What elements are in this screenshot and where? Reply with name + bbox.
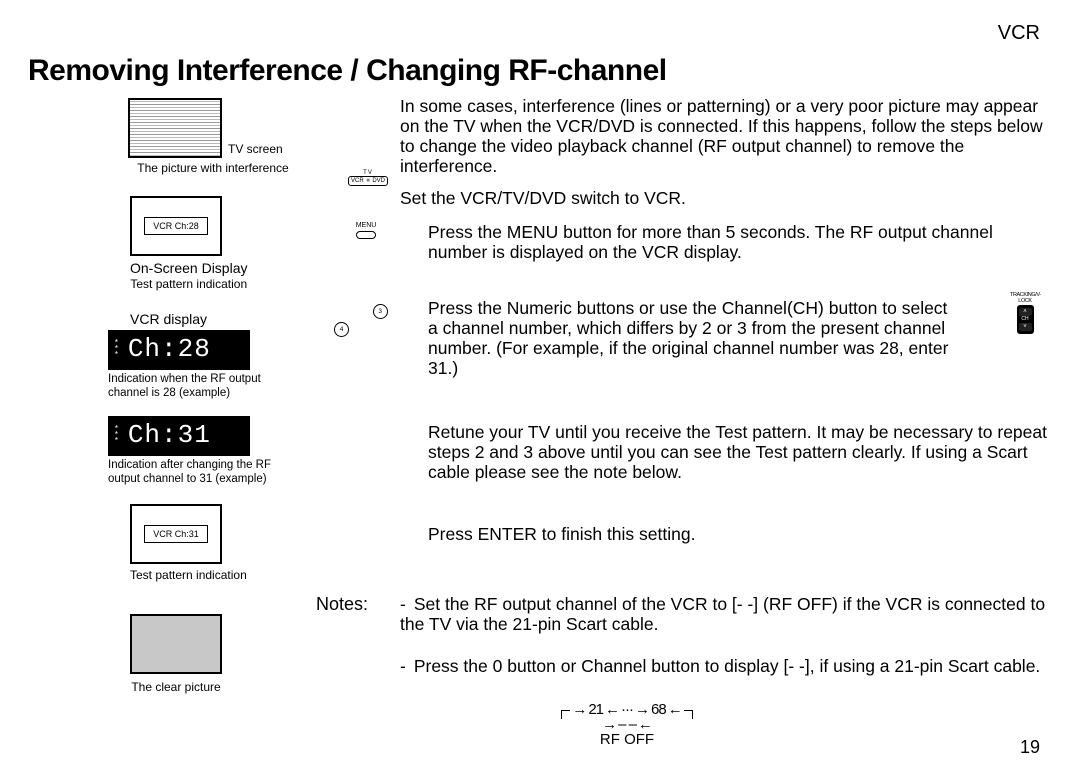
key-3: 3 bbox=[373, 304, 388, 319]
figure-osd-ch31: VCR Ch:31 Test pattern indication bbox=[130, 504, 247, 582]
page-title: Removing Interference / Changing RF-chan… bbox=[28, 54, 667, 88]
note-1-text: Set the RF output channel of the VCR to … bbox=[400, 594, 1045, 634]
osd-text-ch28: VCR Ch:28 bbox=[144, 217, 208, 235]
vcr-display-label: VCR display bbox=[130, 311, 207, 327]
vcr-tv-dvd-switch-icon: TV VCR ■ DVD bbox=[348, 170, 388, 186]
clear-picture-label: The clear picture bbox=[130, 680, 222, 694]
switch-slider-icon: ■ bbox=[366, 178, 370, 184]
notes-label: Notes: bbox=[316, 594, 368, 615]
rf-off-label: RF OFF bbox=[552, 732, 702, 747]
ch-down-icon: ˅ bbox=[1019, 323, 1032, 331]
rf-range-low: 21 bbox=[588, 702, 603, 717]
vcr-segment-display-icon: *** Ch:28 bbox=[108, 330, 250, 370]
tracking-vlock-icon: TRACKING/V-LOCK ˄ CH ˅ bbox=[1010, 292, 1040, 335]
rf-range-high: 68 bbox=[651, 702, 666, 717]
note-2-text: Press the 0 button or Channel button to … bbox=[414, 656, 1040, 676]
clear-tv-icon bbox=[130, 614, 222, 674]
intro-paragraph: In some cases, interference (lines or pa… bbox=[400, 96, 1050, 177]
picture-interference-label: The picture with interference bbox=[128, 161, 298, 175]
segment-ch28-text: Ch:28 bbox=[128, 334, 211, 365]
note-2: -Press the 0 button or Channel button to… bbox=[400, 656, 1050, 676]
figure-segment-ch28: *** Ch:28 Indication when the RF output … bbox=[108, 330, 293, 401]
rf-range-dots: ··· bbox=[621, 702, 633, 717]
tv-interference-icon bbox=[128, 98, 222, 158]
figure-tv-interference: TV screen The picture with interference bbox=[128, 98, 298, 175]
ch-label: CH bbox=[1017, 317, 1034, 322]
step-5-text: Press ENTER to finish this setting. bbox=[428, 524, 1050, 544]
osd-screen-icon: VCR Ch:28 bbox=[130, 196, 222, 256]
osd-text-ch31: VCR Ch:31 bbox=[144, 525, 208, 543]
menu-button-icon: MENU bbox=[352, 222, 380, 241]
switch-vcr-label: VCR bbox=[351, 178, 364, 184]
figure-clear-picture: The clear picture bbox=[130, 614, 222, 694]
rf-off-diagram: →21← ··· →68← →– –← RF OFF bbox=[552, 702, 702, 747]
test-pattern-label: Test pattern indication bbox=[130, 277, 248, 291]
step-2-text: Press the MENU button for more than 5 se… bbox=[428, 222, 1050, 262]
step-3-text: Press the Numeric buttons or use the Cha… bbox=[428, 298, 960, 379]
menu-pill-icon bbox=[356, 231, 376, 239]
key-4: 4 bbox=[334, 322, 349, 337]
header-product-label: VCR bbox=[998, 22, 1040, 45]
rf-off-value: – – bbox=[618, 717, 636, 732]
vcr-segment-display-icon: *** Ch:31 bbox=[108, 416, 250, 456]
test-pattern-label-2: Test pattern indication bbox=[130, 568, 247, 582]
tracking-label: TRACKING/V-LOCK bbox=[1010, 292, 1040, 304]
menu-label: MENU bbox=[352, 222, 380, 229]
figure-segment-ch31: *** Ch:31 Indication after changing the … bbox=[108, 416, 293, 487]
segment-ch28-label: Indication when the RF output channel is… bbox=[108, 373, 293, 401]
numeric-keypad-icon: 3 4 bbox=[334, 304, 389, 373]
step-4-text: Retune your TV until you receive the Tes… bbox=[428, 422, 1050, 482]
tv-screen-label: TV screen bbox=[228, 142, 283, 156]
segment-ch31-label: Indication after changing the RF output … bbox=[108, 459, 293, 487]
segment-ch31-text: Ch:31 bbox=[128, 420, 211, 451]
page-number: 19 bbox=[1020, 737, 1040, 758]
osd-screen-icon: VCR Ch:31 bbox=[130, 504, 222, 564]
osd-label: On-Screen Display bbox=[130, 260, 248, 277]
ch-up-icon: ˄ bbox=[1019, 308, 1032, 316]
note-1: -Set the RF output channel of the VCR to… bbox=[400, 594, 1050, 634]
figure-osd-ch28: VCR Ch:28 On-Screen Display Test pattern… bbox=[130, 196, 248, 291]
step-1-text: Set the VCR/TV/DVD switch to VCR. bbox=[400, 188, 1050, 208]
switch-dvd-label: DVD bbox=[372, 178, 385, 184]
